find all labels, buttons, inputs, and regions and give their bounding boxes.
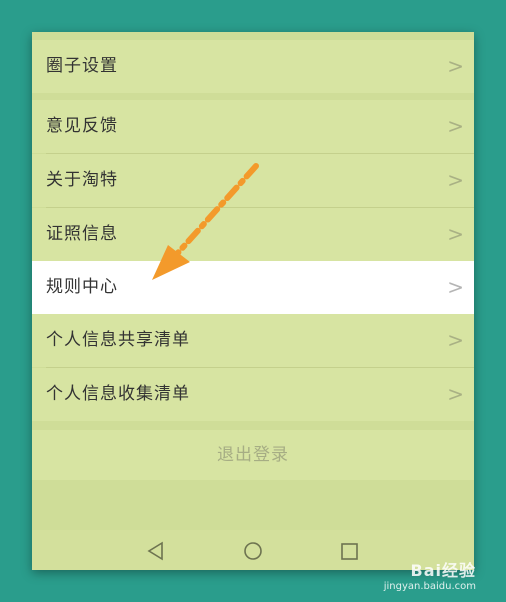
menu-item-license-info[interactable]: 证照信息 > bbox=[32, 208, 474, 261]
menu-item-info-collection-list[interactable]: 个人信息收集清单 > bbox=[32, 368, 474, 421]
watermark: Bai经验 jingyan.baidu.com bbox=[384, 557, 476, 592]
menu-item-label: 规则中心 bbox=[46, 277, 118, 297]
menu-item-about[interactable]: 关于淘特 > bbox=[32, 154, 474, 207]
chevron-right-icon: > bbox=[447, 328, 464, 352]
menu-item-label: 个人信息收集清单 bbox=[46, 384, 190, 404]
recents-square-icon[interactable] bbox=[336, 538, 362, 564]
menu-item-label: 意见反馈 bbox=[46, 116, 118, 136]
menu-item-info-sharing-list[interactable]: 个人信息共享清单 > bbox=[32, 314, 474, 367]
watermark-brand: Bai经验 bbox=[410, 561, 476, 580]
menu-item-circle-settings[interactable]: 圈子设置 > bbox=[32, 40, 474, 93]
menu-item-label: 关于淘特 bbox=[46, 170, 118, 190]
chevron-right-icon: > bbox=[447, 54, 464, 78]
menu-item-label: 圈子设置 bbox=[46, 56, 118, 76]
chevron-right-icon: > bbox=[447, 222, 464, 246]
menu-item-label: 个人信息共享清单 bbox=[46, 330, 190, 350]
back-triangle-icon[interactable] bbox=[143, 538, 169, 564]
chevron-right-icon: > bbox=[447, 275, 464, 299]
menu-item-label: 证照信息 bbox=[46, 224, 118, 244]
menu-item-feedback[interactable]: 意见反馈 > bbox=[32, 100, 474, 153]
watermark-url: jingyan.baidu.com bbox=[383, 581, 476, 592]
chevron-right-icon: > bbox=[447, 168, 464, 192]
settings-screen: 圈子设置 > 意见反馈 > 关于淘特 > 证照信息 > 规则中心 > 个人信息共… bbox=[32, 32, 474, 570]
chevron-right-icon: > bbox=[447, 114, 464, 138]
logout-button[interactable]: 退出登录 bbox=[32, 430, 474, 480]
menu-item-rules-center[interactable]: 规则中心 > bbox=[32, 261, 474, 314]
chevron-right-icon: > bbox=[447, 382, 464, 406]
home-circle-icon[interactable] bbox=[240, 538, 266, 564]
